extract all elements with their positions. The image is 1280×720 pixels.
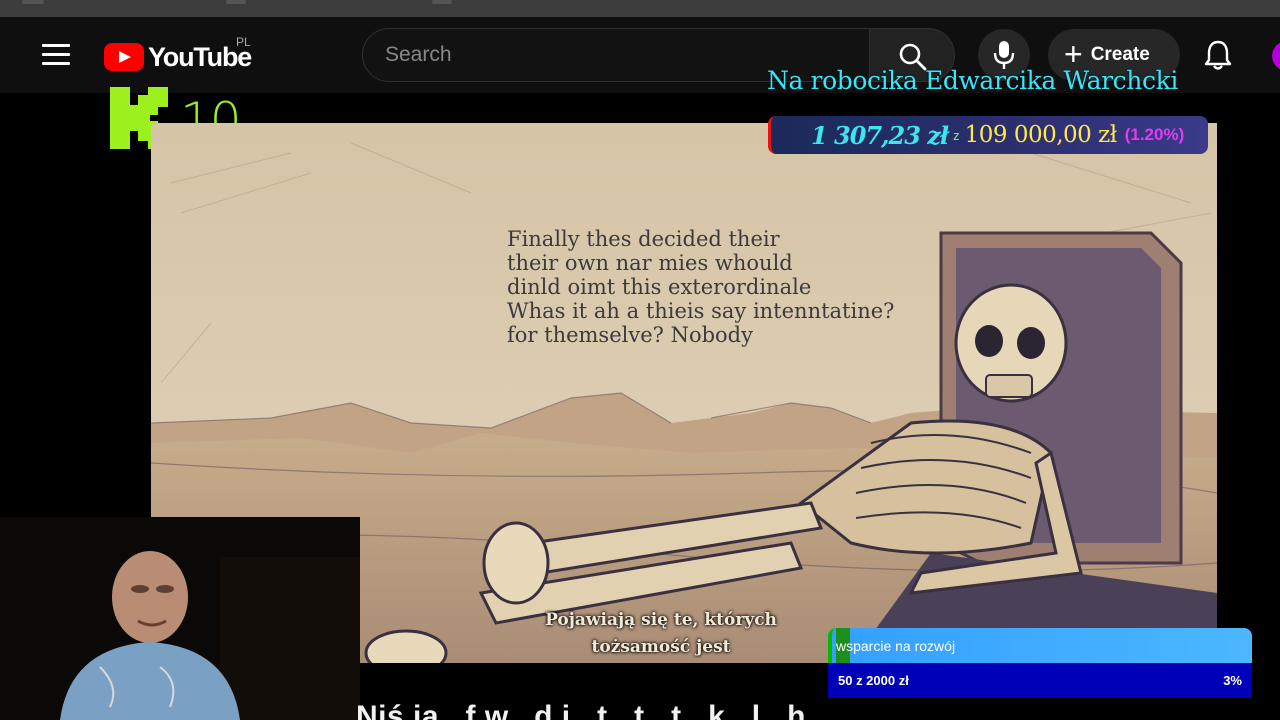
browser-tab[interactable] — [226, 0, 246, 4]
streamer-webcam-image — [0, 517, 360, 720]
support-amount: 50 z 2000 zł — [838, 673, 909, 688]
youtube-logo[interactable]: YouTube PL — [104, 35, 252, 73]
browser-tab[interactable] — [22, 0, 44, 4]
donation-goal-title: Na robocika Edwarcika Warchcki — [767, 66, 1178, 95]
goal-target-amount: 109 000,00 zł — [964, 122, 1118, 148]
support-widget-header: wsparcie na rozwój — [828, 628, 1252, 663]
video-image-text: Finally thes decided their their own nar… — [507, 227, 895, 347]
support-widget: wsparcie na rozwój 50 z 2000 zł 3% — [828, 628, 1252, 698]
browser-tab[interactable] — [432, 0, 452, 4]
support-percent: 3% — [1223, 673, 1242, 688]
youtube-play-icon — [104, 43, 144, 71]
create-label: Create — [1090, 44, 1150, 65]
support-title: wsparcie na rozwój — [836, 637, 956, 654]
goal-separator: z — [953, 127, 960, 143]
browser-tab-strip — [0, 0, 1280, 17]
goal-percent: (1.20%) — [1124, 125, 1185, 144]
menu-icon[interactable] — [42, 44, 70, 66]
avatar[interactable] — [1272, 41, 1280, 71]
donation-goal-bar: 1 307,23 zł z 109 000,00 zł (1.20%) — [768, 116, 1208, 154]
video-subtitle: Pojawiają się te, których tożsamość jest — [545, 610, 777, 657]
country-code: PL — [236, 35, 251, 49]
webcam-feed — [0, 517, 360, 720]
plus-icon: + — [1064, 35, 1083, 72]
video-title: Niś ja...f w...d i...t...t...t...k...l..… — [356, 700, 806, 720]
goal-raised-amount: 1 307,23 zł — [811, 120, 949, 150]
support-widget-footer: 50 z 2000 zł 3% — [828, 663, 1252, 698]
notifications-button[interactable] — [1196, 33, 1240, 77]
bell-icon — [1204, 40, 1232, 70]
